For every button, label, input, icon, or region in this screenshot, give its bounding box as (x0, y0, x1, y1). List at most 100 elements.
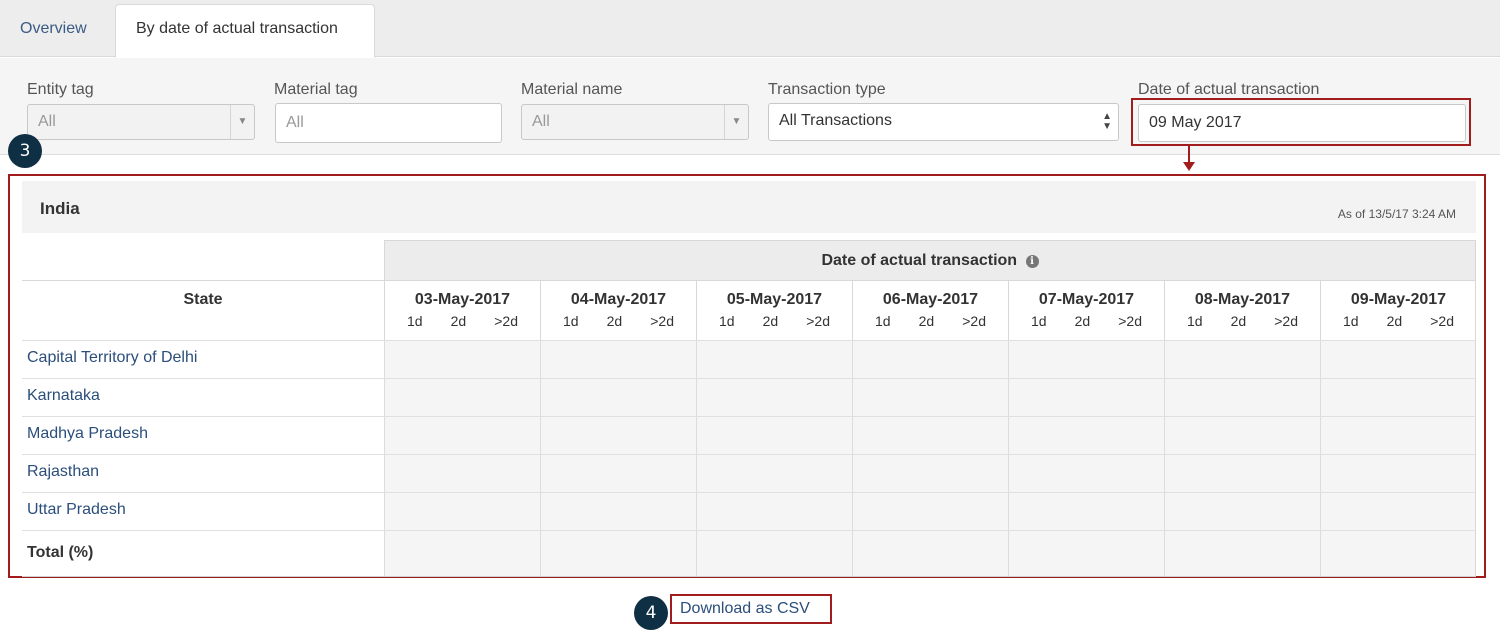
subcol-2d: 2d (606, 313, 623, 329)
table-cell (1164, 493, 1320, 530)
state-link[interactable]: Capital Territory of Delhi (27, 349, 197, 367)
table-cell (540, 379, 696, 416)
table-cell (852, 417, 1008, 454)
table-cell (540, 455, 696, 492)
info-icon[interactable]: i (1025, 255, 1039, 268)
table-row: Karnataka (22, 378, 1476, 416)
date-label: 06-May-2017 (882, 291, 979, 308)
transaction-type-value: All Transactions (779, 112, 892, 129)
date-label: 09-May-2017 (1350, 291, 1447, 308)
table-cell (1008, 493, 1164, 530)
subcol-gt2d: >2d (1118, 313, 1142, 329)
date-label: 03-May-2017 (414, 291, 511, 308)
table-cell (384, 493, 540, 530)
state-link[interactable]: Madhya Pradesh (27, 425, 148, 443)
subcol-gt2d: >2d (1274, 313, 1298, 329)
subcol-2d: 2d (762, 313, 779, 329)
table-cell (1008, 379, 1164, 416)
subcol-gt2d: >2d (650, 313, 674, 329)
total-label: Total (%) (27, 544, 94, 561)
table-cell (384, 341, 540, 378)
table-row: Capital Territory of Delhi (22, 340, 1476, 378)
material-tag-input[interactable] (275, 103, 502, 143)
subcol-1d: 1d (563, 313, 579, 329)
subcol-2d: 2d (1074, 313, 1091, 329)
subcol-gt2d: >2d (962, 313, 986, 329)
state-link[interactable]: Uttar Pradesh (27, 501, 126, 519)
table-cell (1008, 455, 1164, 492)
download-csv-link[interactable]: Download as CSV (680, 600, 810, 618)
material-name-select[interactable]: All ▼ (521, 104, 749, 140)
entity-tag-select[interactable]: All ▼ (27, 104, 255, 140)
state-column-header: State (22, 280, 384, 340)
date-column-header: 03-May-2017 1d 2d >2d (384, 280, 540, 340)
table-cell (1164, 341, 1320, 378)
date-column-header: 09-May-2017 1d 2d >2d (1320, 280, 1476, 340)
chevron-down-icon: ▼ (724, 105, 748, 139)
table-cell (1320, 455, 1476, 492)
subcol-1d: 1d (1031, 313, 1047, 329)
table-cell (696, 531, 852, 576)
table-cell (540, 341, 696, 378)
chevron-down-icon: ▼ (230, 105, 254, 139)
subcol-2d: 2d (1386, 313, 1403, 329)
table-cell (696, 417, 852, 454)
subcol-1d: 1d (1187, 313, 1203, 329)
date-label: 04-May-2017 (570, 291, 667, 308)
as-of-timestamp: As of 13/5/17 3:24 AM (1337, 207, 1456, 221)
table-cell (1320, 417, 1476, 454)
state-link[interactable]: Karnataka (27, 387, 100, 405)
table-row: Uttar Pradesh (22, 492, 1476, 530)
group-header: Date of actual transaction i (384, 240, 1476, 281)
table-row: Rajasthan (22, 454, 1476, 492)
table-cell (696, 455, 852, 492)
tab-overview[interactable]: Overview (0, 5, 112, 57)
table-cell (1008, 341, 1164, 378)
updown-arrows-icon: ▲ ▼ (1102, 111, 1112, 132)
entity-tag-label: Entity tag (27, 81, 94, 98)
material-name-value: All (532, 113, 550, 130)
table-cell (384, 417, 540, 454)
date-column-header: 07-May-2017 1d 2d >2d (1008, 280, 1164, 340)
table-cell (540, 493, 696, 530)
table-right-border (1475, 280, 1476, 577)
table-cell (384, 379, 540, 416)
annotation-arrow-head (1183, 162, 1195, 171)
table-cell (696, 379, 852, 416)
table-row: Madhya Pradesh (22, 416, 1476, 454)
table-cell (852, 493, 1008, 530)
material-tag-label: Material tag (274, 81, 358, 98)
date-highlight-box (1131, 98, 1471, 146)
table-cell (852, 379, 1008, 416)
table-cell (852, 531, 1008, 576)
date-label: 07-May-2017 (1038, 291, 1135, 308)
subcol-2d: 2d (1230, 313, 1247, 329)
table-cell (1008, 417, 1164, 454)
table-cell (1320, 379, 1476, 416)
table-cell (696, 493, 852, 530)
date-column-header: 05-May-2017 1d 2d >2d (696, 280, 852, 340)
step-badge-3: 3 (8, 134, 42, 168)
table-cell (696, 341, 852, 378)
table-cell (1320, 531, 1476, 576)
subcol-1d: 1d (719, 313, 735, 329)
subcol-1d: 1d (407, 313, 423, 329)
entity-tag-value: All (38, 113, 56, 130)
table-cell (852, 341, 1008, 378)
subcol-1d: 1d (875, 313, 891, 329)
subcol-2d: 2d (450, 313, 467, 329)
state-link[interactable]: Rajasthan (27, 463, 99, 481)
table-cell (1320, 341, 1476, 378)
tab-by-date-of-actual-transaction[interactable]: By date of actual transaction (115, 4, 375, 58)
panel-title: India (40, 199, 80, 218)
tab-bar: Overview By date of actual transaction (0, 0, 1500, 58)
transaction-type-select[interactable]: All Transactions ▲ ▼ (768, 103, 1119, 141)
table-cell (1320, 493, 1476, 530)
step-badge-4: 4 (634, 596, 668, 630)
table-cell (540, 417, 696, 454)
date-label: 05-May-2017 (726, 291, 823, 308)
subcol-2d: 2d (918, 313, 935, 329)
date-column-header: 04-May-2017 1d 2d >2d (540, 280, 696, 340)
table-cell (1164, 531, 1320, 576)
table-cell (540, 531, 696, 576)
